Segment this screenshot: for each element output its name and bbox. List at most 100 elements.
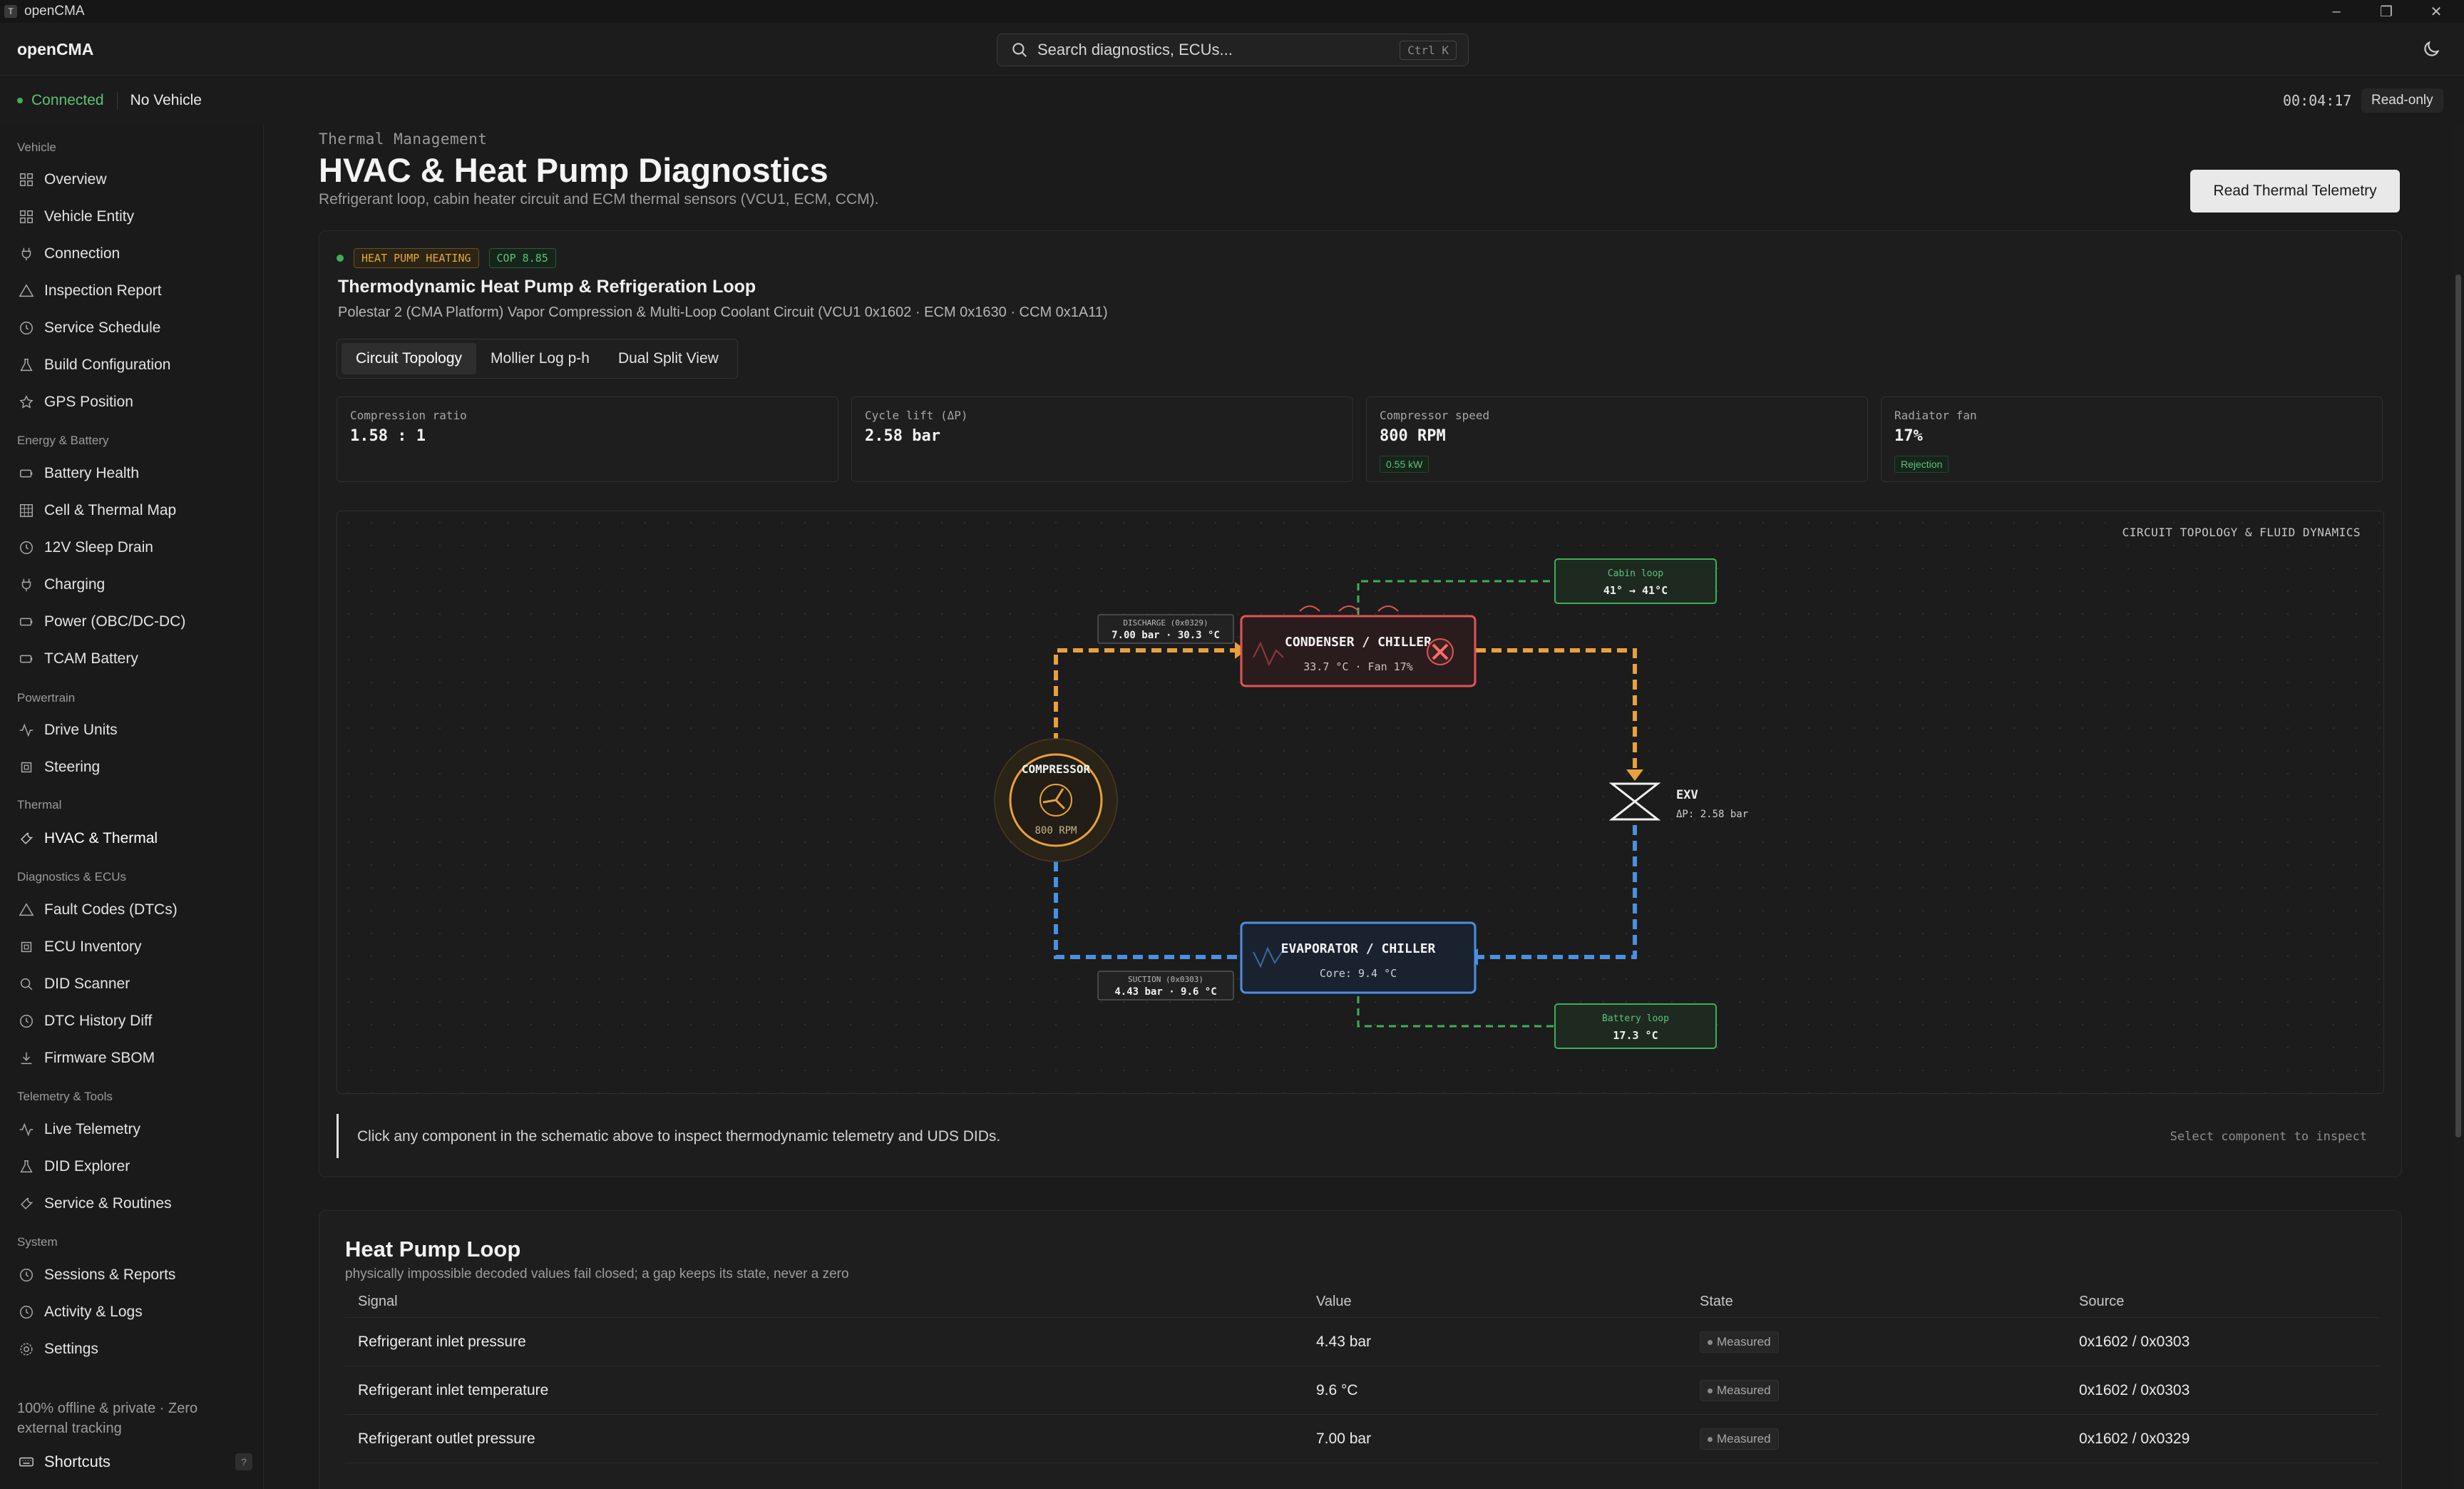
state-cell: Measured <box>1700 1366 1779 1414</box>
exv-valve-icon[interactable] <box>1608 782 1661 821</box>
sidebar-item-tcam-battery[interactable]: TCAM Battery <box>7 643 257 675</box>
sidebar-item-label: Steering <box>44 759 101 775</box>
sidebar-section-telemetry: Telemetry & Tools <box>17 1090 113 1103</box>
table-row[interactable]: Refrigerant inlet temperature 9.6 °C Mea… <box>345 1366 2378 1415</box>
loop-subtitle: physically impossible decoded values fai… <box>345 1267 849 1281</box>
sidebar-item-battery-health[interactable]: Battery Health <box>7 457 257 490</box>
window-title: openCMA <box>24 4 85 19</box>
vehicle-label[interactable]: No Vehicle <box>130 92 202 109</box>
search-icon <box>1012 43 1027 57</box>
tab-dual-split-view[interactable]: Dual Split View <box>604 343 733 374</box>
suction-line <box>1054 852 1237 959</box>
status-dot-icon <box>1708 1339 1713 1345</box>
sidebar-item-did-explorer[interactable]: DID Explorer <box>7 1150 257 1183</box>
sidebar-item-live-telemetry[interactable]: Live Telemetry <box>7 1113 257 1146</box>
metric-label: Compression ratio <box>350 409 467 422</box>
sidebar-item-build-configuration[interactable]: Build Configuration <box>7 349 257 382</box>
search-placeholder: Search diagnostics, ECUs... <box>1037 41 1233 58</box>
sidebar-item-charging[interactable]: Charging <box>7 568 257 601</box>
sidebar-item-label: DTC History Diff <box>44 1013 153 1029</box>
minimize-icon[interactable]: – <box>2311 0 2361 23</box>
clock-icon <box>20 1015 33 1028</box>
column-header-value[interactable]: Value <box>1316 1286 1352 1317</box>
mode-badge: Read-only <box>2361 88 2443 113</box>
value-cell: 4.43 bar <box>1316 1333 1372 1350</box>
sidebar-item-connection[interactable]: Connection <box>7 237 257 270</box>
sidebar-item-activity-logs[interactable]: Activity & Logs <box>7 1296 257 1329</box>
evaporator-node[interactable] <box>1240 921 1477 994</box>
sidebar-item-fault-codes[interactable]: Fault Codes (DTCs) <box>7 894 257 926</box>
exv-outlet-line <box>1478 825 1637 959</box>
signal-cell: Refrigerant inlet temperature <box>358 1381 549 1398</box>
sidebar-item-label: ECU Inventory <box>44 938 142 955</box>
sidebar-item-label: Settings <box>44 1341 98 1357</box>
mode-badge: HEAT PUMP HEATING <box>354 248 479 268</box>
inspect-message: Click any component in the schematic abo… <box>357 1128 1001 1145</box>
grid-icon <box>20 504 33 517</box>
shortcuts-button[interactable]: Shortcuts ? <box>7 1445 257 1478</box>
table-row[interactable]: Refrigerant inlet pressure 4.43 bar Meas… <box>345 1318 2378 1366</box>
sidebar-item-hvac-thermal[interactable]: HVAC & Thermal <box>7 822 257 855</box>
sidebar-item-label: Service Schedule <box>44 319 161 336</box>
sidebar-item-service-routines[interactable]: Service & Routines <box>7 1187 257 1220</box>
sidebar-item-inspection-report[interactable]: Inspection Report <box>7 275 257 307</box>
column-header-state[interactable]: State <box>1700 1286 1733 1317</box>
sidebar-item-service-schedule[interactable]: Service Schedule <box>7 312 257 344</box>
chip-icon <box>21 941 32 953</box>
sidebar-item-settings[interactable]: Settings <box>7 1333 257 1366</box>
sidebar-item-ecu-inventory[interactable]: ECU Inventory <box>7 931 257 963</box>
search-icon <box>20 978 33 991</box>
metric-value: 17% <box>1894 427 1923 445</box>
star-icon <box>19 395 34 409</box>
tab-mollier-log-ph[interactable]: Mollier Log p-h <box>476 343 604 374</box>
sidebar-item-12v-sleep-drain[interactable]: 12V Sleep Drain <box>7 531 257 564</box>
sidebar-item-label: Power (OBC/DC-DC) <box>44 613 186 630</box>
sidebar-item-label: Sessions & Reports <box>44 1267 176 1283</box>
connection-status: Connected No Vehicle <box>17 92 202 109</box>
sidebar-item-vehicle-entity[interactable]: Vehicle Entity <box>7 200 257 233</box>
brand-logo[interactable]: openCMA <box>17 40 93 59</box>
sidebar-item-dtc-history-diff[interactable]: DTC History Diff <box>7 1005 257 1038</box>
read-thermal-telemetry-button[interactable]: Read Thermal Telemetry <box>2190 170 2400 213</box>
sidebar-section-powertrain: Powertrain <box>17 691 76 705</box>
sidebar-item-gps-position[interactable]: GPS Position <box>7 386 257 419</box>
table-row[interactable]: Refrigerant outlet pressure 7.00 bar Mea… <box>345 1415 2378 1463</box>
sidebar-item-firmware-sbom[interactable]: Firmware SBOM <box>7 1042 257 1075</box>
column-header-source[interactable]: Source <box>2079 1286 2124 1317</box>
sidebar-item-label: Cell & Thermal Map <box>44 502 177 518</box>
app-icon: T <box>4 5 17 18</box>
metric-chip: Rejection <box>1894 456 1949 473</box>
sidebar-item-did-scanner[interactable]: DID Scanner <box>7 968 257 1001</box>
sidebar-item-cell-thermal-map[interactable]: Cell & Thermal Map <box>7 494 257 527</box>
battery-icon <box>20 469 33 478</box>
moon-icon[interactable] <box>2421 39 2441 59</box>
scrollbar-thumb[interactable] <box>2455 275 2461 1137</box>
search-input[interactable]: Search diagnostics, ECUs... Ctrl K <box>997 34 1469 66</box>
sidebar-item-sessions-reports[interactable]: Sessions & Reports <box>7 1259 257 1291</box>
live-dot-icon <box>337 255 344 262</box>
restore-icon[interactable]: ❐ <box>2361 0 2411 23</box>
close-icon[interactable]: ✕ <box>2411 0 2461 23</box>
tab-circuit-topology[interactable]: Circuit Topology <box>342 343 477 374</box>
status-bar: Connected No Vehicle 00:04:17 Read-only <box>0 76 2464 125</box>
sidebar-item-power-obc-dcdc[interactable]: Power (OBC/DC-DC) <box>7 605 257 638</box>
condenser-outlet-line <box>1476 648 1637 769</box>
evaporator-title: EVAPORATOR / CHILLER <box>1281 941 1436 956</box>
sidebar-item-drive-units[interactable]: Drive Units <box>7 714 257 747</box>
sidebar-item-overview[interactable]: Overview <box>7 163 257 196</box>
battery-icon <box>20 618 33 626</box>
grid-icon <box>20 173 33 186</box>
sidebar-item-label: Charging <box>44 576 106 593</box>
battery-loop-value: 17.3 °C <box>1613 1029 1658 1042</box>
sidebar-section-thermal: Thermal <box>17 798 62 812</box>
clock-icon <box>20 1269 33 1281</box>
top-bar: openCMA Search diagnostics, ECUs... Ctrl… <box>0 23 2464 76</box>
sidebar-item-label: Fault Codes (DTCs) <box>44 901 178 918</box>
main-scrollbar[interactable] <box>2453 125 2464 1489</box>
sidebar-section-vehicle: Vehicle <box>17 140 56 154</box>
column-header-signal[interactable]: Signal <box>358 1286 398 1317</box>
sidebar-item-label: Vehicle Entity <box>44 208 135 225</box>
inspect-hint: Select component to inspect <box>2170 1130 2367 1144</box>
page-title: HVAC & Heat Pump Diagnostics <box>319 151 828 189</box>
sidebar-item-steering[interactable]: Steering <box>7 751 257 784</box>
